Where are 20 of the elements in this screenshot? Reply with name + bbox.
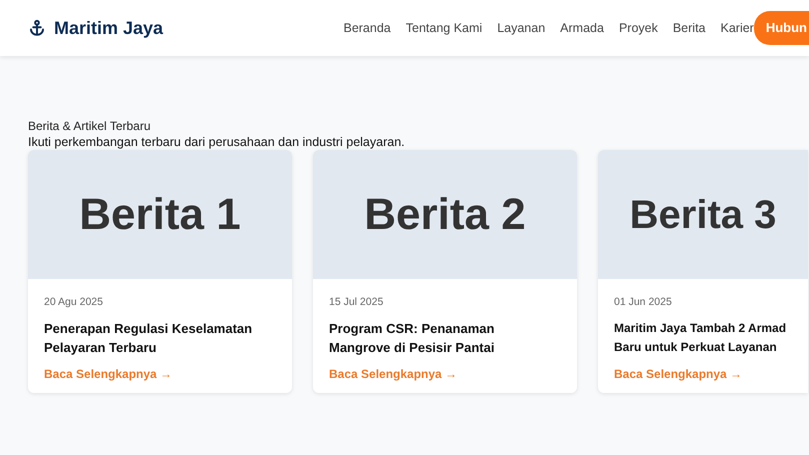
- nav-link[interactable]: Layanan: [497, 18, 546, 38]
- nav-link[interactable]: Berita: [672, 18, 706, 38]
- nav-link[interactable]: Beranda: [343, 18, 391, 38]
- nav-link[interactable]: Tentang Kami: [406, 18, 482, 38]
- article-title: Penerapan Regulasi Keselamatan Pelayaran Terbaru: [44, 320, 252, 357]
- article-date: 01 Jun 2025: [614, 295, 673, 310]
- nav-link[interactable]: Proyek: [618, 18, 658, 38]
- nav-link[interactable]: Armada: [560, 18, 604, 38]
- article-date: 15 Jul 2025: [329, 295, 384, 310]
- placeholder-text: Berita 3: [630, 192, 776, 238]
- brand-name[interactable]: Maritim Jaya: [54, 14, 164, 42]
- nav-link[interactable]: Karier: [720, 18, 754, 38]
- article-title: Maritim Jaya Tambah 2 Armad Baru untuk Perkuat Layanan: [614, 320, 786, 356]
- section-subtitle: Ikuti perkembangan terbaru dari perusahaan dan industri pelayaran.: [28, 134, 406, 150]
- anchor-icon: [28, 19, 46, 37]
- section-title: Berita & Artikel Terbaru: [28, 118, 152, 134]
- placeholder-text: Berita 1: [79, 188, 241, 240]
- placeholder-text: Berita 2: [364, 188, 526, 240]
- article-title: Program CSR: Penanaman Mangrove di Pesisir Pantai: [329, 320, 494, 357]
- article-date: 20 Agu 2025: [44, 295, 104, 310]
